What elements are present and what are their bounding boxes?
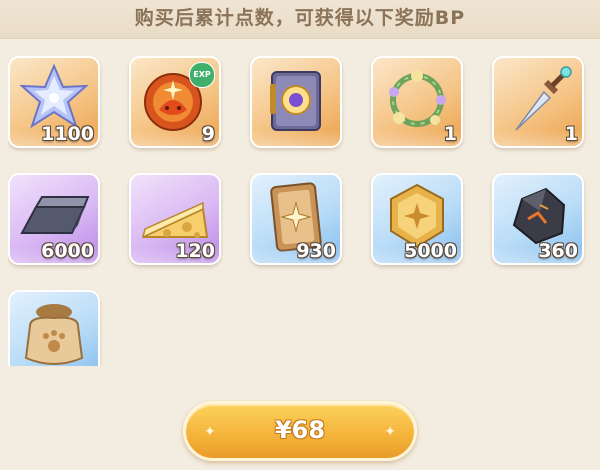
reward-quantity: 6000 bbox=[41, 240, 94, 262]
reward-tile-paw-sack[interactable] bbox=[8, 290, 100, 366]
reward-quantity: 360 bbox=[538, 240, 578, 262]
header-title: 购买后累计点数，可获得以下奖励BP bbox=[134, 7, 466, 29]
reward-tile-crystal-star[interactable]: 1100 bbox=[8, 56, 100, 148]
exp-badge: EXP bbox=[189, 62, 215, 88]
reward-tile-exp-slime[interactable]: EXP 9 bbox=[129, 56, 221, 148]
purchase-button[interactable]: ✦ ✦ ¥68 bbox=[183, 401, 417, 461]
reward-tile-flower-wreath[interactable]: 1 bbox=[371, 56, 463, 148]
reward-tile-magic-book[interactable] bbox=[250, 56, 342, 148]
reward-tile-iron-ingot[interactable]: 6000 bbox=[8, 173, 100, 265]
magic-book-icon bbox=[270, 71, 321, 131]
reward-quantity: 1 bbox=[564, 123, 578, 145]
purchase-price: ¥68 bbox=[274, 416, 326, 444]
exp-badge-label: EXP bbox=[193, 70, 211, 79]
reward-grid: 1100 EXP 9 1 1 6000 120 930 5000 360 bbox=[8, 56, 598, 366]
reward-quantity: 5000 bbox=[404, 240, 457, 262]
reward-tile-cheese[interactable]: 120 bbox=[129, 173, 221, 265]
reward-quantity: 9 bbox=[201, 123, 215, 145]
reward-tile-dark-ore[interactable]: 360 bbox=[492, 173, 584, 265]
reward-quantity: 930 bbox=[296, 240, 336, 262]
reward-tile-gold-coin[interactable]: 5000 bbox=[371, 173, 463, 265]
reward-tile-star-card[interactable]: 930 bbox=[250, 173, 342, 265]
reward-quantity: 120 bbox=[175, 240, 215, 262]
reward-tile-crystal-dagger[interactable]: 1 bbox=[492, 56, 584, 148]
reward-quantity: 1 bbox=[443, 123, 457, 145]
reward-quantity: 1100 bbox=[41, 123, 94, 145]
rewards-header: 购买后累计点数，可获得以下奖励BP bbox=[0, 0, 600, 39]
paw-sack-icon bbox=[24, 304, 84, 365]
